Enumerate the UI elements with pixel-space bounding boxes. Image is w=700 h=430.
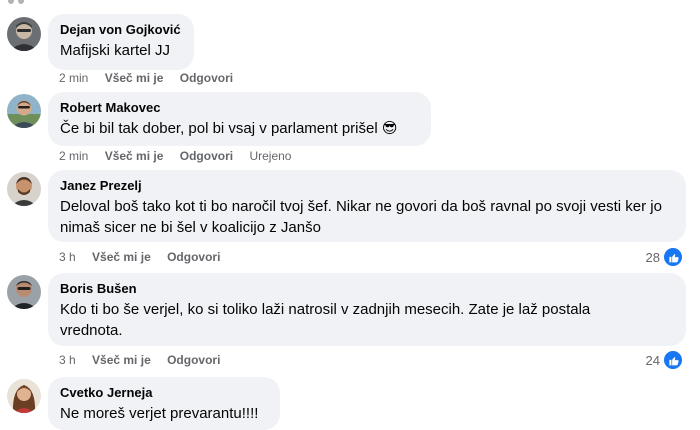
comment-bubble: Cvetko Jerneja Ne moreš verjet prevarant…: [48, 377, 280, 430]
comment-time[interactable]: 2 min: [59, 71, 88, 85]
comment-author[interactable]: Robert Makovec: [60, 100, 419, 116]
edited-label[interactable]: Urejeno: [249, 149, 291, 163]
like-button[interactable]: Všeč mi je: [105, 71, 164, 85]
reaction-count-number: 24: [645, 352, 660, 368]
reaction-count[interactable]: 24: [646, 349, 684, 371]
comment-text: Mafijski kartel JJ: [60, 42, 171, 59]
comment-actions: 2 min Všeč mi je Odgovori Urejeno: [59, 148, 304, 164]
avatar[interactable]: [7, 275, 41, 309]
comment-bubble: Dejan von Gojković Mafijski kartel JJ: [48, 14, 194, 70]
like-button[interactable]: Všeč mi je: [92, 353, 151, 367]
comment-actions: 3 h Všeč mi je Odgovori: [59, 352, 233, 368]
comment-text: Ne moreš verjet prevarantu!!!!: [60, 405, 259, 422]
partial-icon: [8, 0, 14, 4]
avatar[interactable]: [7, 379, 41, 413]
comment-time[interactable]: 3 h: [59, 353, 76, 367]
comment-author[interactable]: Dejan von Gojković: [60, 22, 182, 38]
comment-author[interactable]: Boris Bušen: [60, 281, 674, 297]
comment-text: Deloval boš tako kot ti bo naročil tvoj …: [60, 198, 662, 236]
avatar[interactable]: [7, 172, 41, 206]
comment-text: Če bi bil tak dober, pol bi vsaj v parla…: [60, 118, 419, 139]
comment-time[interactable]: 2 min: [59, 149, 88, 163]
comment-text: Kdo ti bo še verjel, ko si toliko laži n…: [60, 301, 591, 339]
avatar[interactable]: [7, 17, 41, 51]
comment-bubble: Janez Prezelj Deloval boš tako kot ti bo…: [48, 170, 686, 242]
comment-author[interactable]: Cvetko Jerneja: [60, 385, 268, 401]
reply-button[interactable]: Odgovori: [167, 353, 220, 367]
like-button[interactable]: Všeč mi je: [92, 250, 151, 264]
partial-icon: [18, 0, 24, 4]
comment-bubble: Robert Makovec Če bi bil tak dober, pol …: [48, 92, 431, 146]
sunglasses-emoji-icon: 😎: [381, 120, 398, 137]
thumbs-up-icon: [662, 349, 684, 371]
like-button[interactable]: Všeč mi je: [105, 149, 164, 163]
comment-actions: 3 h Všeč mi je Odgovori: [59, 249, 233, 265]
comment-actions: 2 min Všeč mi je Odgovori: [59, 70, 246, 86]
avatar[interactable]: [7, 94, 41, 128]
comment-bubble: Boris Bušen Kdo ti bo še verjel, ko si t…: [48, 273, 686, 346]
comment-text-body: Če bi bil tak dober, pol bi vsaj v parla…: [60, 120, 378, 137]
comment-time[interactable]: 3 h: [59, 250, 76, 264]
reaction-count[interactable]: 28: [646, 246, 684, 268]
reaction-count-number: 28: [645, 249, 660, 265]
comment-author[interactable]: Janez Prezelj: [60, 178, 674, 194]
reply-button[interactable]: Odgovori: [180, 149, 233, 163]
thumbs-up-icon: [662, 246, 684, 268]
top-edge: [0, 0, 700, 6]
reply-button[interactable]: Odgovori: [167, 250, 220, 264]
reply-button[interactable]: Odgovori: [180, 71, 233, 85]
